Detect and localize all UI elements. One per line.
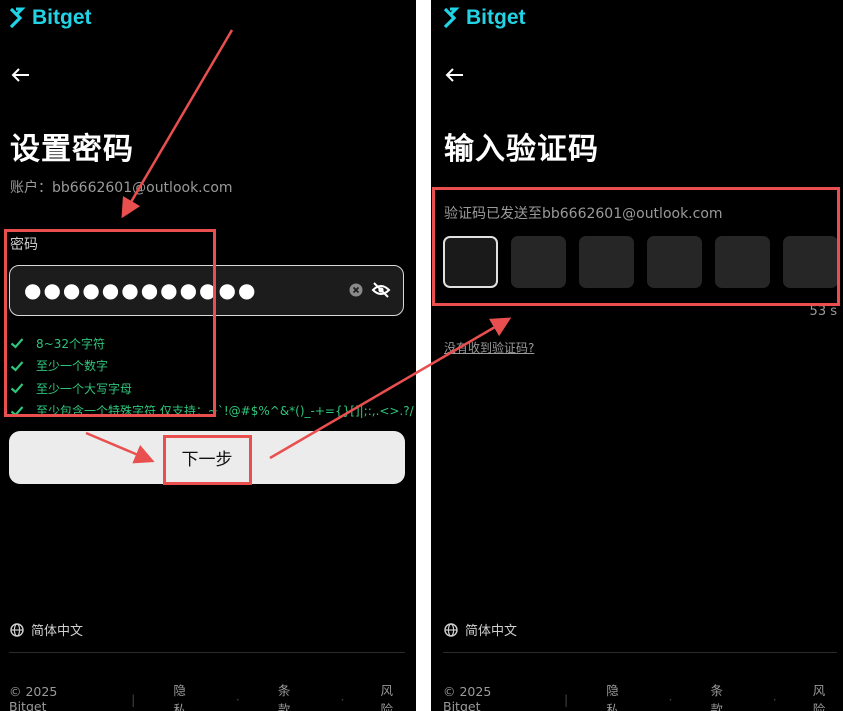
- check-icon: [10, 361, 24, 372]
- language-selector[interactable]: 简体中文: [10, 620, 83, 639]
- terms-link[interactable]: 条款: [278, 680, 303, 711]
- otp-digit-5[interactable]: [715, 236, 770, 288]
- rule-item: 至少包含一个特殊字符 仅支持：~`!@#$%^&*()_-+={}[]|;:,.…: [10, 400, 414, 423]
- check-icon: [10, 406, 24, 417]
- footer-separator: |: [564, 691, 569, 707]
- check-icon: [10, 338, 24, 349]
- password-label: 密码: [10, 237, 38, 253]
- language-label: 简体中文: [465, 624, 518, 639]
- back-button[interactable]: [7, 62, 33, 88]
- rule-text: 8~32个字符: [36, 336, 105, 351]
- otp-digit-3[interactable]: [579, 236, 634, 288]
- bitget-logo: Bitget: [442, 6, 526, 30]
- rule-item: 8~32个字符: [10, 332, 414, 355]
- eye-off-icon[interactable]: [371, 280, 391, 300]
- password-value: ●●●●●●●●●●●●: [24, 278, 258, 302]
- bitget-logo-icon: [9, 7, 26, 29]
- back-button[interactable]: [441, 62, 467, 88]
- privacy-link[interactable]: 隐私: [606, 680, 630, 711]
- risk-link[interactable]: 风险: [813, 680, 837, 711]
- clear-icon[interactable]: [349, 283, 363, 297]
- otp-digit-1[interactable]: [443, 236, 498, 288]
- footer-separator: |: [131, 691, 136, 707]
- rule-text: 至少一个大写字母: [36, 381, 133, 396]
- footer-separator: ·: [340, 691, 345, 707]
- page-title: 输入验证码: [444, 132, 599, 167]
- rule-item: 至少一个数字: [10, 355, 414, 378]
- terms-link[interactable]: 条款: [711, 680, 735, 711]
- footer-separator: ·: [772, 691, 777, 707]
- rule-text: 至少包含一个特殊字符 仅支持：~`!@#$%^&*()_-+={}[]|;:,.…: [36, 404, 414, 419]
- footer: © 2025 Bitget | 隐私 · 条款 · 风险: [9, 680, 405, 711]
- logo-text: Bitget: [32, 6, 92, 29]
- page-title: 设置密码: [10, 132, 134, 167]
- copyright: © 2025 Bitget: [9, 684, 58, 711]
- back-arrow-icon: [445, 68, 463, 82]
- globe-icon: [10, 622, 24, 637]
- bitget-logo-icon: [443, 7, 460, 29]
- check-icon: [10, 383, 24, 394]
- footer-separator: ·: [235, 691, 240, 707]
- password-field[interactable]: ●●●●●●●●●●●●: [9, 265, 404, 316]
- otp-digit-2[interactable]: [511, 236, 566, 288]
- resend-code-link[interactable]: 没有收到验证码?: [444, 339, 534, 356]
- language-selector[interactable]: 简体中文: [444, 620, 517, 639]
- rule-item: 至少一个大写字母: [10, 377, 414, 400]
- privacy-link[interactable]: 隐私: [173, 680, 198, 711]
- next-step-button[interactable]: 下一步: [9, 431, 405, 484]
- language-label: 简体中文: [31, 624, 84, 639]
- set-password-screen: Bitget 设置密码 账户：bb6662601@outlook.com 密码 …: [0, 0, 416, 711]
- risk-link[interactable]: 风险: [380, 680, 405, 711]
- back-arrow-icon: [11, 68, 29, 82]
- footer-divider: [9, 652, 405, 653]
- otp-digit-4[interactable]: [647, 236, 702, 288]
- copyright: © 2025 Bitget: [443, 684, 492, 711]
- footer: © 2025 Bitget | 隐私 · 条款 · 风险: [443, 680, 837, 711]
- verification-code-screen: Bitget 输入验证码 验证码已发送至bb6662601@outlook.co…: [431, 0, 843, 711]
- account-text: 账户：bb6662601@outlook.com: [10, 180, 233, 196]
- otp-input-group: [443, 236, 838, 288]
- bitget-logo: Bitget: [8, 6, 92, 30]
- resend-countdown: 53 s: [809, 304, 837, 319]
- logo-text: Bitget: [466, 6, 526, 29]
- footer-divider: [443, 652, 837, 653]
- next-step-label: 下一步: [181, 450, 233, 470]
- password-rules: 8~32个字符 至少一个数字 至少一个大写字母 至少包含一个特殊字符 仅支持：~…: [10, 332, 414, 422]
- otp-digit-6[interactable]: [783, 236, 838, 288]
- code-sent-text: 验证码已发送至bb6662601@outlook.com: [444, 206, 723, 222]
- footer-separator: ·: [668, 691, 673, 707]
- globe-icon: [444, 622, 458, 637]
- rule-text: 至少一个数字: [36, 359, 109, 374]
